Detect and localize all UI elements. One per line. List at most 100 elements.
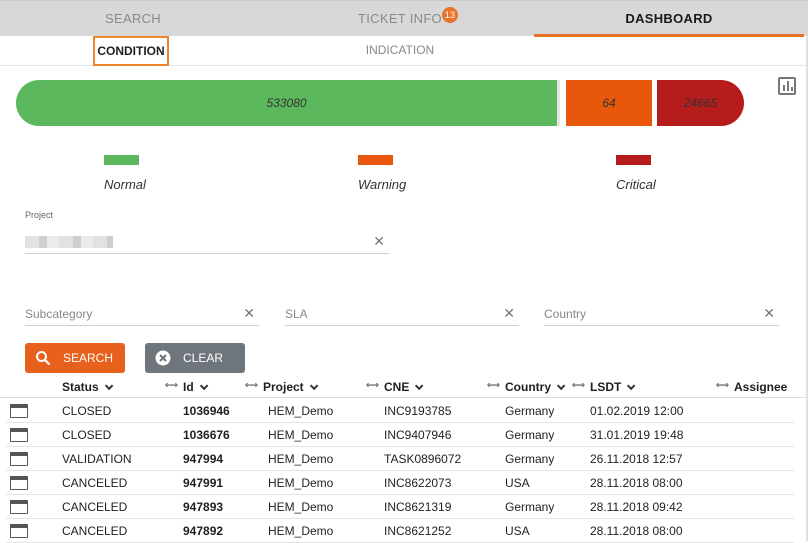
cell-status: CLOSED <box>62 428 112 442</box>
cell-country: Germany <box>505 500 555 514</box>
col-header-country[interactable]: Country <box>505 380 566 394</box>
country-input[interactable]: Country ✕ <box>544 304 779 326</box>
cell-project: HEM_Demo <box>268 428 334 442</box>
col-header-status[interactable]: Status <box>62 380 114 394</box>
column-resize-icon[interactable]: ⟷ <box>487 380 500 391</box>
cell-project: HEM_Demo <box>268 500 334 514</box>
legend-swatch-critical <box>616 155 651 165</box>
cell-cne: INC8621319 <box>384 500 452 514</box>
cell-cne: TASK0896072 <box>384 452 462 466</box>
table-row[interactable]: CANCELED 947893 HEM_Demo INC8621319 Germ… <box>6 495 794 519</box>
column-resize-icon[interactable]: ⟷ <box>245 380 258 391</box>
legend-swatch-warning <box>358 155 393 165</box>
search-icon <box>36 351 51 366</box>
search-button-label: SEARCH <box>63 351 114 365</box>
sub-tab-bar: CONDITION INDICATION <box>0 36 808 66</box>
warning-segment[interactable]: 64 <box>566 80 652 126</box>
clear-button-label: CLEAR <box>183 351 224 365</box>
col-header-id[interactable]: Id <box>183 380 209 394</box>
chevron-down-icon <box>309 381 319 391</box>
cell-country: Germany <box>505 404 555 418</box>
col-status-label: Status <box>62 380 99 394</box>
cell-cne: INC8621252 <box>384 524 452 538</box>
legend-label-normal: Normal <box>104 177 146 192</box>
cell-country: USA <box>505 476 530 490</box>
top-tab-bar: SEARCH TICKET INFO 13 DASHBOARD <box>0 0 808 37</box>
cell-cne: INC9407946 <box>384 428 452 442</box>
cell-id: 1036946 <box>183 404 230 418</box>
col-lsdt-label: LSDT <box>590 380 622 394</box>
subcategory-clear-icon[interactable]: ✕ <box>243 305 255 322</box>
cell-id: 947893 <box>183 500 224 514</box>
col-assignee-label: Assignee <box>734 380 788 394</box>
window-icon[interactable] <box>10 524 28 538</box>
window-icon[interactable] <box>10 404 28 418</box>
project-label: Project <box>25 210 54 220</box>
subtab-condition[interactable]: CONDITION <box>93 36 169 66</box>
cell-lsdt: 01.02.2019 12:00 <box>590 404 684 418</box>
col-id-label: Id <box>183 380 194 394</box>
cell-status: VALIDATION <box>62 452 132 466</box>
clear-circle-icon <box>155 350 171 366</box>
table-row[interactable]: VALIDATION 947994 HEM_Demo TASK0896072 G… <box>6 447 794 471</box>
subtab-indication[interactable]: INDICATION <box>350 36 450 66</box>
cell-lsdt: 31.01.2019 19:48 <box>590 428 684 442</box>
table-row[interactable]: CLOSED 1036946 HEM_Demo INC9193785 Germa… <box>6 399 794 423</box>
column-resize-icon[interactable]: ⟷ <box>366 380 379 391</box>
chevron-down-icon <box>415 381 424 391</box>
cell-status: CANCELED <box>62 524 128 538</box>
ticket-count-badge: 13 <box>442 7 458 23</box>
subcategory-input[interactable]: Subcategory ✕ <box>25 304 259 326</box>
col-country-label: Country <box>505 380 551 394</box>
project-clear-icon[interactable]: ✕ <box>373 233 385 250</box>
window-icon[interactable] <box>10 476 28 490</box>
cell-project: HEM_Demo <box>268 452 334 466</box>
tab-ticket-info[interactable]: TICKET INFO 13 <box>266 1 534 37</box>
cell-country: Germany <box>505 428 555 442</box>
col-header-project[interactable]: Project <box>263 380 319 394</box>
tab-search[interactable]: SEARCH <box>0 1 266 37</box>
cell-project: HEM_Demo <box>268 476 334 490</box>
sla-input[interactable]: SLA ✕ <box>285 304 519 326</box>
sla-clear-icon[interactable]: ✕ <box>503 305 515 322</box>
table-row[interactable]: CANCELED 947892 HEM_Demo INC8621252 USA … <box>6 519 794 543</box>
cell-status: CLOSED <box>62 404 112 418</box>
cell-id: 947991 <box>183 476 224 490</box>
cell-id: 947994 <box>183 452 224 466</box>
column-resize-icon[interactable]: ⟷ <box>165 380 178 391</box>
legend-label-critical: Critical <box>616 177 656 192</box>
bar-chart-icon[interactable] <box>778 77 796 95</box>
critical-segment[interactable]: 24665 <box>657 80 744 126</box>
clear-button[interactable]: CLEAR <box>145 343 245 373</box>
window-icon[interactable] <box>10 428 28 442</box>
cell-id: 1036676 <box>183 428 230 442</box>
cell-status: CANCELED <box>62 476 128 490</box>
table-row[interactable]: CANCELED 947991 HEM_Demo INC8622073 USA … <box>6 471 794 495</box>
cell-country: USA <box>505 524 530 538</box>
window-icon[interactable] <box>10 500 28 514</box>
cell-cne: INC9193785 <box>384 404 452 418</box>
window-icon[interactable] <box>10 452 28 466</box>
tab-ticket-info-label: TICKET INFO <box>358 11 442 26</box>
cell-project: HEM_Demo <box>268 404 334 418</box>
country-clear-icon[interactable]: ✕ <box>763 305 775 322</box>
condition-status-bar: 533080 64 24665 <box>16 80 744 126</box>
tab-dashboard[interactable]: DASHBOARD <box>534 1 804 37</box>
cell-lsdt: 28.11.2018 08:00 <box>590 476 683 490</box>
search-button[interactable]: SEARCH <box>25 343 125 373</box>
cell-project: HEM_Demo <box>268 524 334 538</box>
normal-segment[interactable]: 533080 <box>16 80 560 126</box>
col-header-cne[interactable]: CNE <box>384 380 424 394</box>
cell-cne: INC8622073 <box>384 476 452 490</box>
column-resize-icon[interactable]: ⟷ <box>572 380 585 391</box>
subcategory-placeholder: Subcategory <box>25 307 93 321</box>
table-row[interactable]: CLOSED 1036676 HEM_Demo INC9407946 Germa… <box>6 423 794 447</box>
column-resize-icon[interactable]: ⟷ <box>716 380 729 391</box>
chevron-down-icon <box>627 381 636 391</box>
chevron-down-icon <box>556 381 566 391</box>
project-input[interactable]: ✕ <box>25 232 389 254</box>
chevron-down-icon <box>104 381 114 391</box>
cell-country: Germany <box>505 452 555 466</box>
col-header-assignee[interactable]: Assignee <box>734 380 787 394</box>
col-header-lsdt[interactable]: LSDT <box>590 380 636 394</box>
